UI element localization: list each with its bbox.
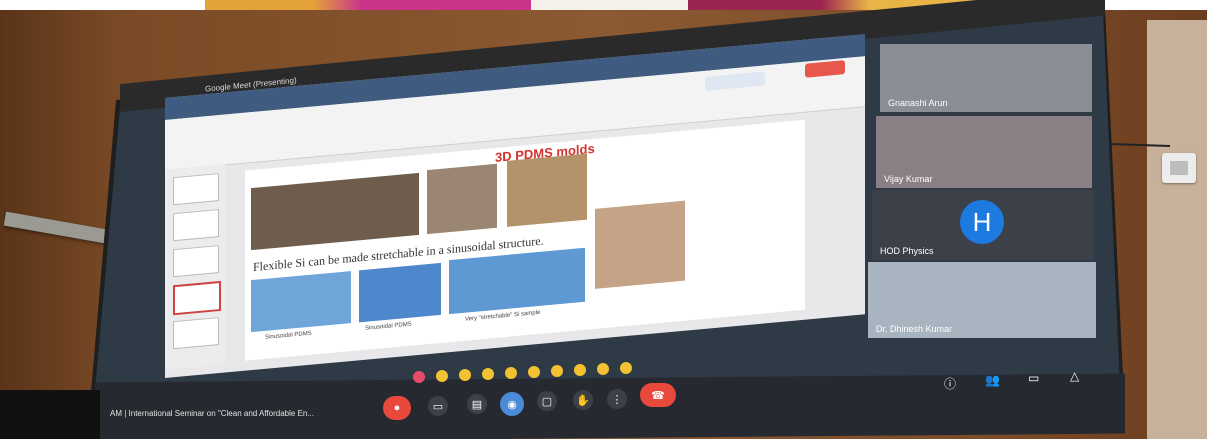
activities-icon[interactable]: △ <box>1070 369 1079 383</box>
participant-tile[interactable]: Dr. Dhinesh Kumar <box>868 262 1096 338</box>
meeting-title: AM | International Seminar on "Clean and… <box>110 409 315 418</box>
photo-caption: Sinusoidal PDMS <box>365 321 412 332</box>
info-icon[interactable]: ⓘ <box>944 375 956 392</box>
chat-icon[interactable]: ▭ <box>1028 371 1039 385</box>
slide-photo <box>507 153 587 227</box>
participant-tile[interactable]: H HOD Physics <box>872 190 1094 260</box>
slide-photo <box>251 172 419 251</box>
speaker <box>0 390 100 439</box>
slide-photo <box>251 271 351 333</box>
participant-name: Gnanashi Arun <box>888 98 948 108</box>
slide-thumbnails[interactable] <box>165 164 225 370</box>
mic-icon[interactable]: ● <box>383 396 411 420</box>
reaction-icon[interactable] <box>505 367 517 379</box>
reaction-icon[interactable] <box>551 365 563 377</box>
reaction-icon[interactable] <box>413 371 425 383</box>
raise-hand-icon[interactable]: ▢ <box>537 391 557 411</box>
slide-thumbnail[interactable] <box>173 280 221 316</box>
present-icon[interactable]: ◉ <box>500 392 524 416</box>
photo-caption: Very "stretchable" Si sample <box>465 309 541 323</box>
wall-outlet <box>1162 153 1196 183</box>
slide-thumbnail[interactable] <box>173 317 219 350</box>
more-icon[interactable]: ⋮ <box>607 389 627 409</box>
participant-tile[interactable]: Vijay Kumar <box>876 116 1092 188</box>
captions-icon[interactable]: ▤ <box>467 394 487 414</box>
photo-caption: Sinusoidal PDMS <box>265 330 312 341</box>
end-call-icon[interactable]: ☎ <box>640 383 676 407</box>
door <box>1147 20 1207 439</box>
reactions-icon[interactable]: ✋ <box>573 390 593 410</box>
reaction-icon[interactable] <box>436 370 448 382</box>
slide-photo <box>427 163 497 235</box>
slide-thumbnail[interactable] <box>173 173 219 206</box>
participant-tile[interactable]: Gnanashi Arun <box>880 44 1092 112</box>
camera-icon[interactable]: ▭ <box>428 396 448 416</box>
participant-name: Dr. Dhinesh Kumar <box>876 324 953 334</box>
slide-thumbnail[interactable] <box>173 245 219 278</box>
reaction-icon[interactable] <box>574 364 586 376</box>
participant-name: HOD Physics <box>880 246 934 256</box>
slide-photo <box>449 247 585 315</box>
reaction-icon[interactable] <box>482 368 494 380</box>
participant-name: Vijay Kumar <box>884 174 933 184</box>
photo-scene: Google Meet (Presenting) 3D PDMS molds F… <box>0 0 1207 439</box>
participant-avatar: H <box>960 200 1004 244</box>
slide-thumbnail[interactable] <box>173 209 219 242</box>
reaction-icon[interactable] <box>459 369 471 381</box>
reaction-icon[interactable] <box>597 363 609 375</box>
people-icon[interactable]: 👥 <box>985 373 1000 387</box>
slide-photo <box>359 262 441 323</box>
reaction-icon[interactable] <box>620 362 632 374</box>
slide-photo <box>595 200 685 289</box>
reaction-icon[interactable] <box>528 366 540 378</box>
